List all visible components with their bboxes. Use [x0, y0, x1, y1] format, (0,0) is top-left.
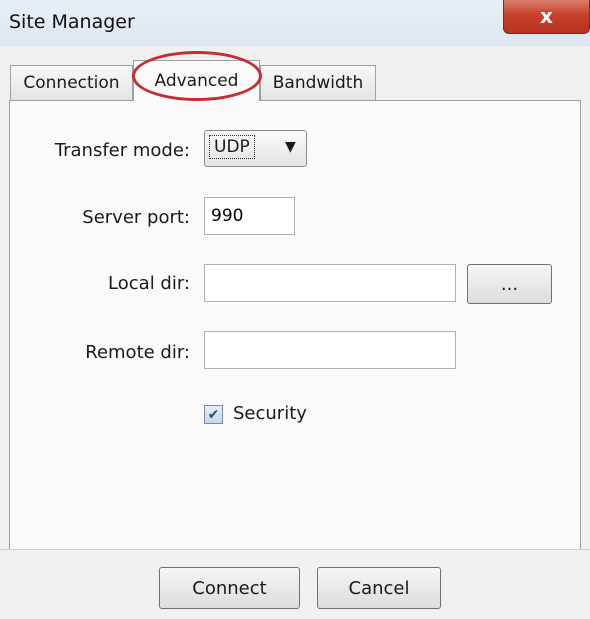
close-button[interactable]: x: [503, 0, 590, 34]
title-bar: Site Manager x: [0, 0, 590, 46]
security-label: Security: [233, 403, 307, 424]
tab-connection[interactable]: Connection: [10, 65, 133, 100]
remote-dir-input[interactable]: [204, 331, 456, 369]
tab-bandwidth[interactable]: Bandwidth: [260, 65, 376, 100]
chevron-down-icon: ▼: [285, 139, 296, 155]
security-checkbox[interactable]: ✔: [204, 405, 223, 424]
footer-divider: [0, 549, 590, 550]
highlight-circle: [132, 51, 262, 101]
local-dir-label: Local dir:: [108, 273, 190, 294]
close-icon: x: [540, 4, 553, 28]
connect-button[interactable]: Connect: [159, 567, 300, 609]
cancel-button-label: Cancel: [348, 577, 410, 599]
transfer-mode-value: UDP: [209, 135, 255, 159]
tab-connection-label: Connection: [23, 73, 120, 93]
cancel-button[interactable]: Cancel: [317, 567, 441, 609]
browse-button-label: ...: [500, 273, 519, 295]
local-dir-input[interactable]: [204, 264, 456, 302]
server-port-input[interactable]: [204, 197, 295, 235]
remote-dir-label: Remote dir:: [85, 342, 190, 363]
connect-button-label: Connect: [192, 577, 267, 599]
window-title: Site Manager: [9, 11, 135, 33]
transfer-mode-label: Transfer mode:: [54, 140, 190, 161]
transfer-mode-select[interactable]: UDP ▼: [204, 130, 307, 167]
advanced-panel: [9, 100, 581, 550]
server-port-label: Server port:: [82, 207, 190, 228]
check-icon: ✔: [207, 406, 220, 423]
tab-bandwidth-label: Bandwidth: [272, 73, 364, 93]
site-manager-window: Site Manager x Connection Advanced Bandw…: [0, 0, 590, 619]
browse-button[interactable]: ...: [467, 264, 552, 304]
